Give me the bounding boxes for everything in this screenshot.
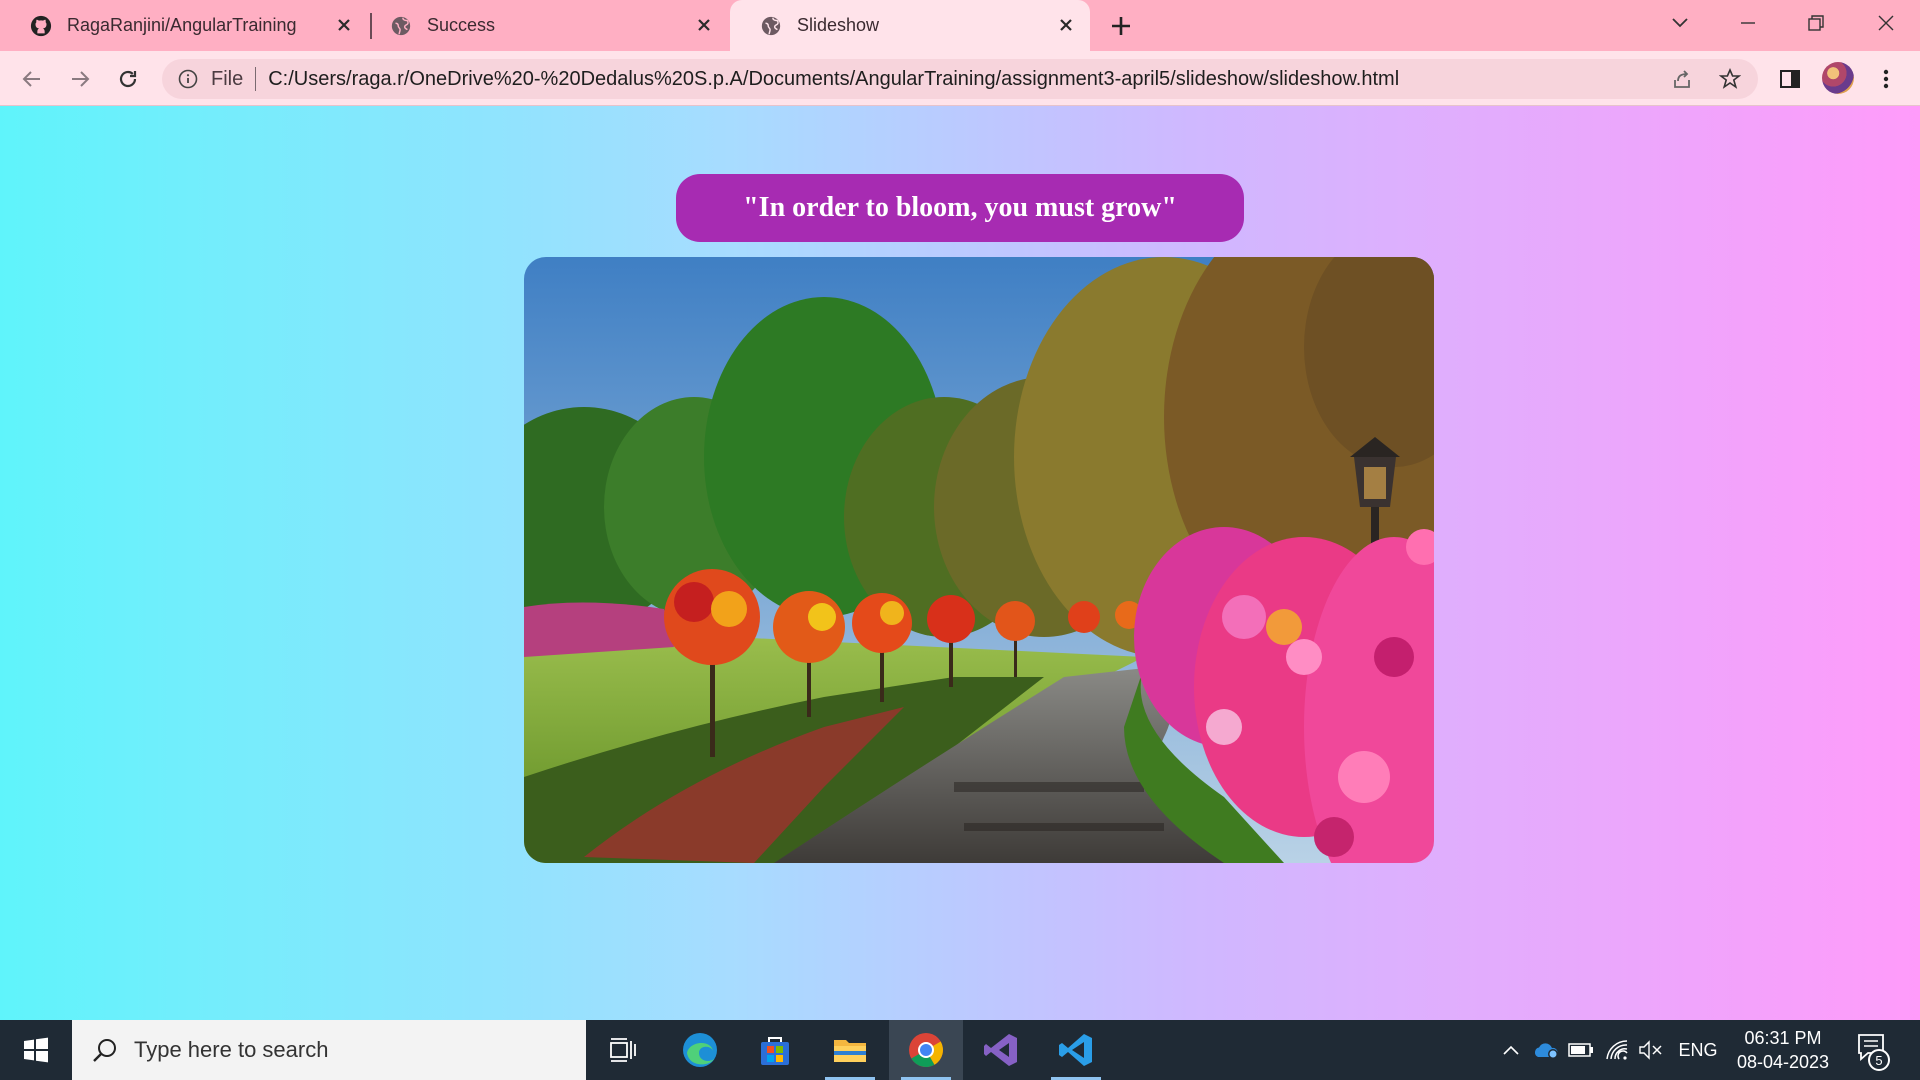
quote-banner: "In order to bloom, you must grow" xyxy=(676,174,1244,242)
chrome-icon[interactable] xyxy=(889,1020,963,1080)
back-button[interactable] xyxy=(16,63,48,95)
site-info-icon[interactable] xyxy=(177,68,199,90)
close-tab-icon[interactable] xyxy=(1054,13,1078,37)
minimize-button[interactable] xyxy=(1718,0,1778,45)
notification-count-badge: 5 xyxy=(1868,1049,1890,1071)
share-icon[interactable] xyxy=(1666,63,1698,95)
wifi-icon[interactable] xyxy=(1602,1020,1632,1080)
clock-time: 06:31 PM xyxy=(1744,1028,1822,1048)
address-bar[interactable]: File C:/Users/raga.r/OneDrive%20-%20Deda… xyxy=(162,59,1758,99)
task-view-icon[interactable] xyxy=(586,1020,660,1080)
edge-icon[interactable] xyxy=(663,1020,737,1080)
tab-title: Success xyxy=(427,15,496,35)
github-icon xyxy=(30,15,52,37)
microsoft-store-icon[interactable] xyxy=(738,1020,812,1080)
globe-icon xyxy=(390,15,412,37)
taskbar-search-box[interactable]: Type here to search xyxy=(72,1020,586,1080)
bookmark-star-icon[interactable] xyxy=(1714,63,1746,95)
browser-toolbar: File C:/Users/raga.r/OneDrive%20-%20Deda… xyxy=(0,51,1920,106)
url-text[interactable]: C:/Users/raga.r/OneDrive%20-%20Dedalus%2… xyxy=(268,68,1399,91)
tab-github[interactable]: RagaRanjini/AngularTraining xyxy=(0,0,368,51)
search-icon xyxy=(90,1035,120,1065)
close-tab-icon[interactable] xyxy=(692,13,716,37)
tab-title: Slideshow xyxy=(797,15,880,35)
language-indicator[interactable]: ENG xyxy=(1672,1020,1724,1080)
tab-search-icon[interactable] xyxy=(1650,0,1710,45)
taskbar: Type here to search ENG 06:31 PM 08-04-2… xyxy=(0,1020,1920,1080)
tab-success[interactable]: Success xyxy=(372,0,728,51)
forward-button[interactable] xyxy=(64,63,96,95)
file-explorer-icon[interactable] xyxy=(813,1020,887,1080)
volume-muted-icon[interactable] xyxy=(1636,1020,1666,1080)
reload-button[interactable] xyxy=(112,63,144,95)
close-window-button[interactable] xyxy=(1856,0,1916,45)
scheme-label: File xyxy=(211,67,244,90)
profile-avatar[interactable] xyxy=(1822,62,1854,94)
onedrive-icon[interactable] xyxy=(1530,1020,1562,1080)
tab-slideshow[interactable]: Slideshow xyxy=(730,0,1090,51)
vscode-icon[interactable] xyxy=(1039,1020,1113,1080)
address-divider xyxy=(255,67,257,91)
start-button[interactable] xyxy=(0,1020,72,1080)
system-clock[interactable]: 06:31 PM 08-04-2023 xyxy=(1728,1026,1838,1074)
tab-title: RagaRanjini/AngularTraining xyxy=(67,15,297,35)
show-hidden-icons-icon[interactable] xyxy=(1496,1020,1526,1080)
restore-button[interactable] xyxy=(1786,0,1846,45)
globe-icon xyxy=(760,15,782,37)
clock-date: 08-04-2023 xyxy=(1736,1052,1830,1072)
battery-icon[interactable] xyxy=(1566,1020,1596,1080)
new-tab-button[interactable] xyxy=(1107,12,1135,40)
tab-strip: RagaRanjini/AngularTraining Success Slid… xyxy=(0,0,1920,51)
side-panel-icon[interactable] xyxy=(1774,63,1806,95)
slideshow-image xyxy=(524,257,1434,863)
visual-studio-icon[interactable] xyxy=(964,1020,1038,1080)
search-placeholder: Type here to search xyxy=(134,1037,329,1062)
close-tab-icon[interactable] xyxy=(332,13,356,37)
page-content: "In order to bloom, you must grow" xyxy=(0,106,1920,1020)
menu-icon[interactable] xyxy=(1870,63,1902,95)
